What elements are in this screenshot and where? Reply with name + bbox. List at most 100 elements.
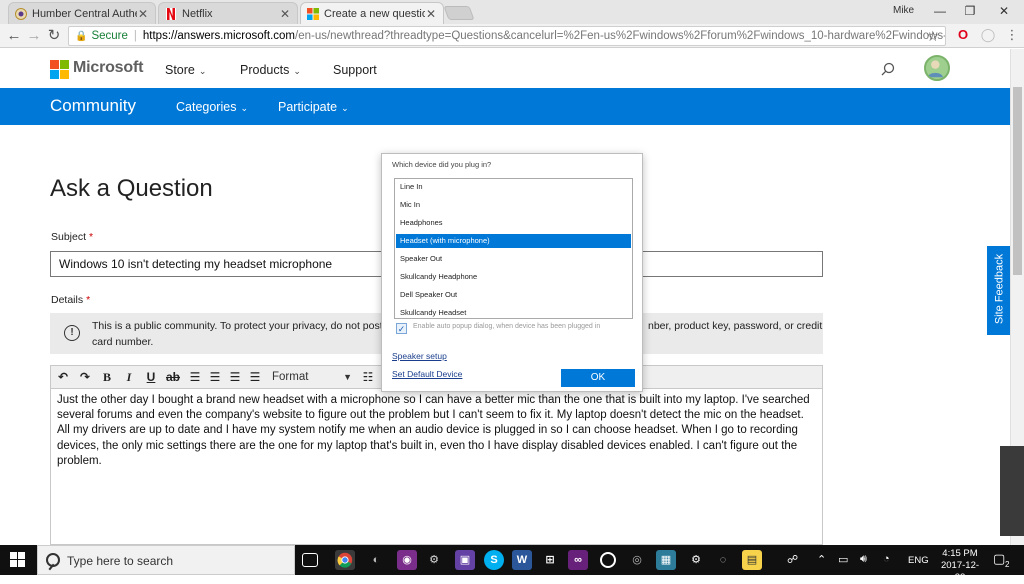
device-option[interactable]: Line In <box>396 180 631 194</box>
app-icon[interactable]: ⊞ <box>540 550 560 570</box>
volume-icon[interactable]: 🔊︎ <box>860 553 867 566</box>
app-badge-icon[interactable]: ◉ <box>397 550 417 570</box>
sticky-notes-icon[interactable]: ▤ <box>742 550 762 570</box>
close-icon[interactable]: ✕ <box>279 7 291 21</box>
bullet-list-icon[interactable]: ☷ <box>360 369 376 385</box>
underline-icon[interactable]: U <box>143 369 159 385</box>
task-view-icon[interactable] <box>302 553 318 567</box>
window-close-icon[interactable]: ✕ <box>990 2 1018 20</box>
scrollbar-thumb[interactable] <box>1013 87 1022 275</box>
menu-kebab-icon[interactable]: ⋮ <box>1004 27 1020 43</box>
align-center-icon[interactable]: ☰ <box>207 369 223 385</box>
tab-netflix[interactable]: Netflix ✕ <box>158 2 298 24</box>
nav-products[interactable]: Products ⌄ <box>240 63 301 77</box>
nav-categories[interactable]: Categories ⌄ <box>176 100 248 114</box>
language-indicator[interactable]: ENG <box>908 555 929 566</box>
close-icon[interactable]: ✕ <box>425 7 437 21</box>
app-icon[interactable]: ◌ <box>713 550 733 570</box>
skype-icon[interactable]: S <box>484 550 504 570</box>
side-widget[interactable] <box>1000 446 1024 536</box>
humber-favicon-icon <box>15 7 27 20</box>
visual-studio-icon[interactable]: ∞ <box>568 550 588 570</box>
microsoft-brand[interactable]: Microsoft <box>73 59 143 77</box>
align-left-icon[interactable]: ☰ <box>187 369 203 385</box>
speaker-setup-link[interactable]: Speaker setup <box>392 351 447 361</box>
new-tab-button[interactable] <box>443 6 475 20</box>
required-mark: * <box>86 294 91 306</box>
redo-icon[interactable]: ↷ <box>77 369 93 385</box>
device-option[interactable]: Speaker Out <box>396 252 631 266</box>
site-feedback-label: Site Feedback <box>993 253 1006 325</box>
back-arrow-icon[interactable]: ← <box>5 27 23 45</box>
device-option[interactable]: Skullcandy Headset <box>396 306 631 320</box>
forward-arrow-icon[interactable]: → <box>25 27 43 45</box>
undo-icon[interactable]: ↶ <box>55 369 71 385</box>
people-icon[interactable]: ☍ <box>787 553 798 566</box>
site-feedback-button[interactable]: Site Feedback <box>987 246 1011 335</box>
taskbar: Type here to search ◐ ◉ ⚙ ▣ S W ⊞ ∞ ◎ ▦ … <box>0 545 1024 583</box>
battery-icon[interactable]: ▭ <box>838 553 848 566</box>
device-option[interactable]: Skullcandy Headphone <box>396 270 631 284</box>
steam-icon[interactable]: ⚙ <box>424 550 444 570</box>
avatar-image-icon <box>927 60 943 78</box>
nav-participate[interactable]: Participate ⌄ <box>278 100 349 114</box>
tab-title: Humber Central Authent <box>32 7 137 20</box>
windows-start-icon[interactable] <box>10 552 26 568</box>
extension-icon[interactable]: ◯ <box>980 27 996 43</box>
bookmark-star-icon[interactable]: ☆ <box>926 28 939 45</box>
clock-time: 4:15 PM <box>942 548 978 559</box>
app-icon[interactable] <box>600 552 616 568</box>
details-label-text: Details <box>51 294 84 306</box>
device-dialog: Which device did you plug in? Line In Mi… <box>381 153 643 392</box>
device-option[interactable]: Headphones <box>396 216 631 230</box>
device-option[interactable]: Mic In <box>396 198 631 212</box>
tab-humber[interactable]: Humber Central Authent ✕ <box>8 2 156 24</box>
device-option[interactable]: Dell Speaker Out <box>396 288 631 302</box>
chevron-up-icon[interactable]: ⌃ <box>817 553 826 566</box>
close-icon[interactable]: ✕ <box>137 7 149 21</box>
reload-icon[interactable]: ↻ <box>45 27 63 45</box>
taskbar-search-box[interactable]: Type here to search <box>37 545 295 575</box>
nav-categories-label: Categories <box>176 100 237 114</box>
network-icon[interactable]: ◔ <box>883 553 890 565</box>
ok-button[interactable]: OK <box>561 369 635 387</box>
align-right-icon[interactable]: ☰ <box>227 369 243 385</box>
action-center-icon[interactable]: ▢ <box>993 551 1005 567</box>
community-title[interactable]: Community <box>50 96 136 116</box>
opera-extension-icon[interactable]: O <box>955 27 971 43</box>
microsoft-logo-icon[interactable] <box>50 60 69 79</box>
set-default-device-link[interactable]: Set Default Device <box>392 369 462 379</box>
format-select[interactable]: Format ▼ <box>268 369 354 386</box>
microsoft-header: Microsoft Store ⌄ Products ⌄ Support <box>0 49 1010 88</box>
app-icon[interactable]: ◎ <box>627 550 647 570</box>
justify-icon[interactable]: ☰ <box>247 369 263 385</box>
restore-icon[interactable]: ❐ <box>956 2 984 20</box>
system-clock[interactable]: 4:15 PM 2017-12-22 <box>938 548 982 584</box>
strikethrough-icon[interactable]: ab <box>165 369 181 385</box>
twitch-icon[interactable]: ▣ <box>455 550 475 570</box>
notice-text-end: nber, product key, password, or credit <box>648 320 823 332</box>
tab-create-question[interactable]: Create a new question o ✕ <box>300 2 444 24</box>
auto-popup-checkbox[interactable]: ✓ <box>396 323 407 334</box>
device-option-selected[interactable]: Headset (with microphone) <box>396 234 631 248</box>
app-icon[interactable]: ◐ <box>366 550 386 570</box>
avatar[interactable] <box>924 55 950 81</box>
chrome-icon[interactable] <box>335 550 355 570</box>
chevron-down-icon: ⌄ <box>240 103 248 113</box>
word-icon[interactable]: W <box>512 550 532 570</box>
profile-name[interactable]: Mike <box>893 5 914 16</box>
nav-support[interactable]: Support <box>333 63 377 77</box>
settings-gear-icon[interactable]: ⚙ <box>686 550 706 570</box>
address-bar[interactable]: 🔒 Secure | https://answers.microsoft.com… <box>68 26 946 46</box>
notification-count: 2 <box>1005 560 1010 569</box>
italic-icon[interactable]: I <box>121 369 137 385</box>
secure-label: Secure <box>91 30 128 42</box>
details-editor[interactable]: Just the other day I bought a brand new … <box>50 389 823 545</box>
app-icon[interactable]: ▦ <box>656 550 676 570</box>
bold-icon[interactable]: B <box>99 369 115 385</box>
nav-store[interactable]: Store ⌄ <box>165 63 206 77</box>
minimize-icon[interactable]: — <box>926 2 954 20</box>
url-path: /en-us/newthread?threadtype=Questions&ca… <box>295 30 945 42</box>
search-icon[interactable] <box>881 62 895 76</box>
format-select-label: Format <box>272 371 309 383</box>
